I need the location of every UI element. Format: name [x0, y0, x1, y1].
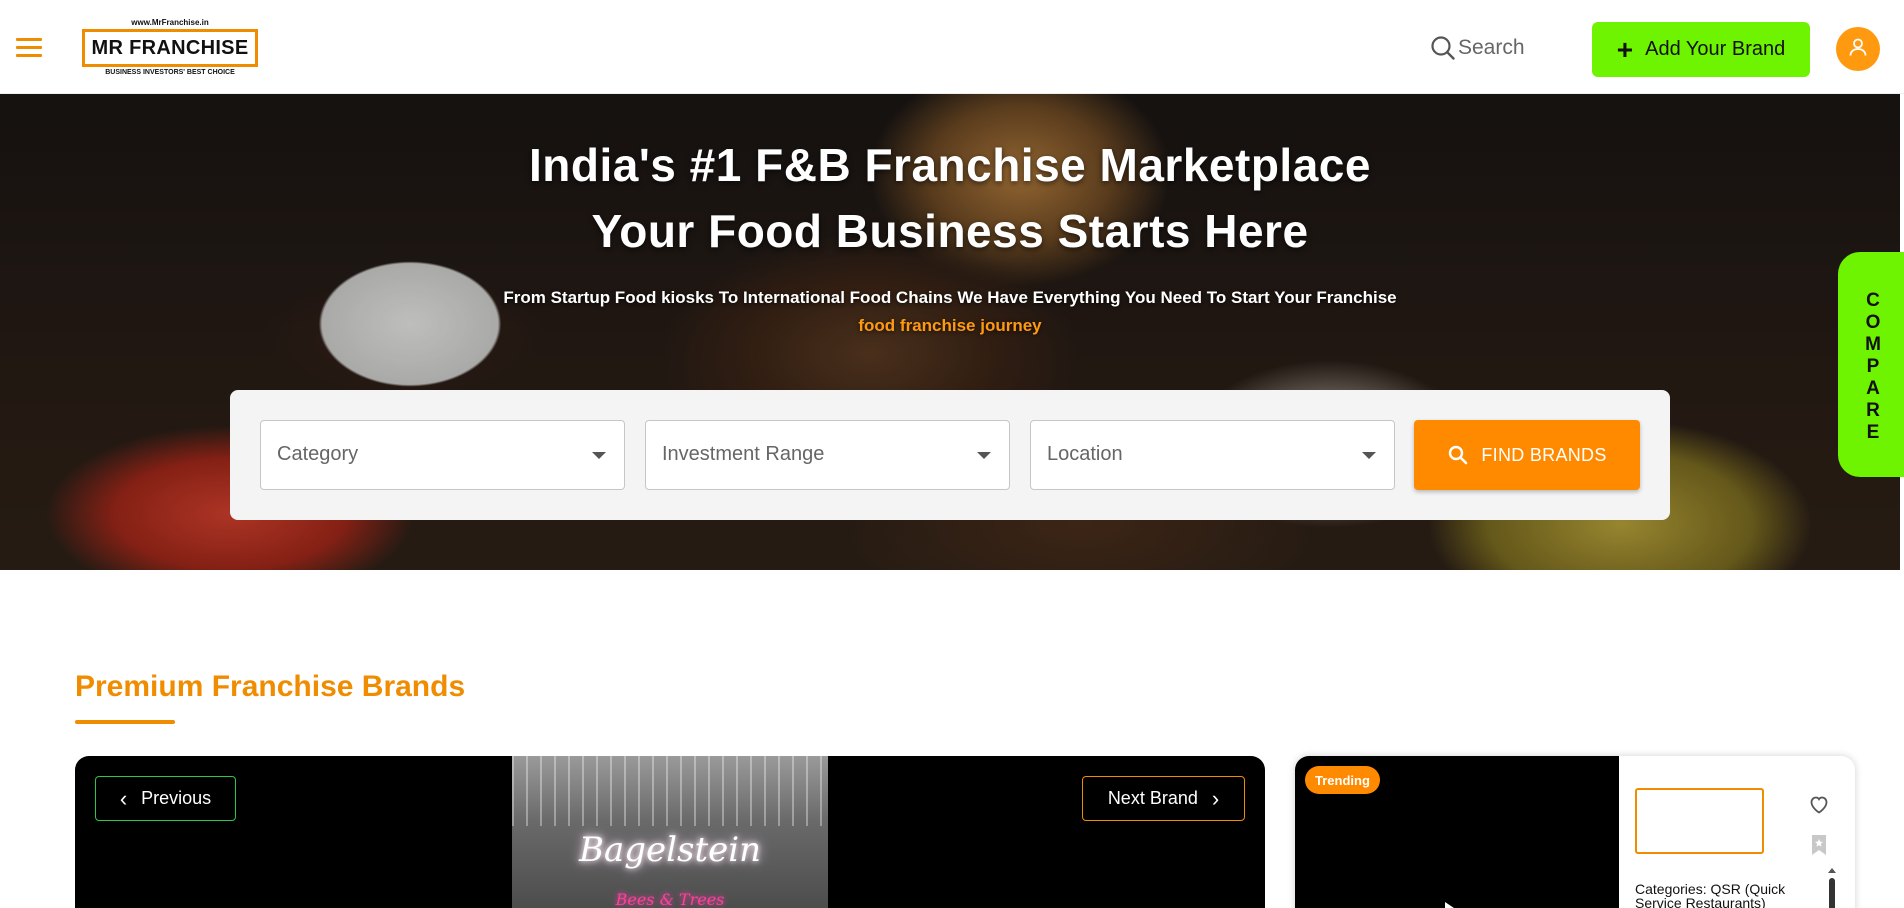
- hero-subtitle: From Startup Food kiosks To Internationa…: [503, 288, 1397, 307]
- logo-box: MR FRANCHISE: [82, 29, 258, 67]
- investment-range-select[interactable]: Investment Range: [645, 420, 1010, 490]
- hero-banner: India's #1 F&B Franchise Marketplace You…: [0, 94, 1900, 570]
- ceiling-lights: [512, 756, 828, 826]
- brand-filter-panel: Category Investment Range Location FIND …: [230, 390, 1670, 520]
- user-icon: [1847, 36, 1869, 63]
- previous-label: Previous: [141, 788, 212, 808]
- caret-down-icon: [977, 452, 991, 459]
- user-account-button[interactable]: [1836, 27, 1880, 71]
- neon-sign-text: Bagelstein: [578, 830, 762, 870]
- scrollbar-thumb[interactable]: [1829, 878, 1835, 908]
- page: www.MrFranchise.in MR FRANCHISE BUSINESS…: [0, 0, 1904, 908]
- previous-brand-button[interactable]: ‹ Previous: [95, 776, 236, 821]
- brand-video-frame[interactable]: Bagelstein Bees & Trees: [512, 756, 828, 908]
- add-your-brand-button[interactable]: + Add Your Brand: [1592, 22, 1810, 77]
- caret-down-icon: [592, 452, 606, 459]
- compare-letter: C: [1866, 290, 1880, 311]
- compare-letter: E: [1866, 422, 1880, 443]
- compare-letter: A: [1866, 378, 1880, 399]
- category-select-label: Category: [277, 443, 359, 465]
- neon-sign-subtext: Bees & Trees: [615, 890, 725, 908]
- hamburger-menu-icon[interactable]: [16, 38, 42, 58]
- trending-badge: Trending: [1305, 766, 1380, 794]
- logo-name: MR FRANCHISE: [91, 36, 249, 59]
- search-trigger[interactable]: Search: [1430, 34, 1525, 62]
- hero-title-line2: Your Food Business Starts Here: [591, 205, 1309, 257]
- caret-down-icon: [1362, 452, 1376, 459]
- trending-badge-label: Trending: [1315, 772, 1370, 788]
- top-header: www.MrFranchise.in MR FRANCHISE BUSINESS…: [0, 0, 1904, 94]
- compare-label: C O M P A R E: [1865, 290, 1881, 444]
- brand-card-video[interactable]: Trending: [1295, 756, 1619, 908]
- heart-icon[interactable]: [1807, 792, 1831, 816]
- category-select[interactable]: Category: [260, 420, 625, 490]
- brand-category-text: Categories: QSR (Quick Service Restauran…: [1635, 881, 1786, 908]
- location-select[interactable]: Location: [1030, 420, 1395, 490]
- section-underline: [75, 720, 175, 724]
- location-select-label: Location: [1047, 443, 1123, 465]
- logo-tagline: BUSINESS INVESTORS' BEST CHOICE: [105, 69, 235, 76]
- chevron-left-icon: ‹: [119, 785, 128, 811]
- brand-logo-placeholder: [1635, 788, 1764, 854]
- bookmark-star-icon[interactable]: [1809, 834, 1829, 856]
- compare-letter: P: [1866, 356, 1880, 377]
- compare-letter: O: [1865, 312, 1881, 333]
- find-brands-button[interactable]: FIND BRANDS: [1414, 420, 1640, 490]
- search-icon: [1430, 35, 1456, 61]
- search-label: Search: [1458, 36, 1525, 59]
- plus-icon: +: [1616, 33, 1634, 65]
- next-brand-button[interactable]: Next Brand ›: [1082, 776, 1245, 821]
- investment-select-label: Investment Range: [662, 443, 825, 465]
- add-brand-label: Add Your Brand: [1645, 38, 1786, 60]
- compare-letter: R: [1866, 400, 1880, 421]
- play-icon[interactable]: [1445, 902, 1457, 908]
- scroll-up-arrow-icon[interactable]: [1828, 868, 1836, 873]
- chevron-right-icon: ›: [1211, 785, 1220, 811]
- compare-tab[interactable]: C O M P A R E: [1838, 252, 1904, 477]
- card-scrollbar[interactable]: [1828, 868, 1836, 908]
- site-logo[interactable]: www.MrFranchise.in MR FRANCHISE BUSINESS…: [80, 18, 260, 76]
- trending-brand-card[interactable]: Trending Categories: QSR (Quick Service …: [1295, 756, 1855, 908]
- find-brands-label: FIND BRANDS: [1481, 444, 1607, 465]
- next-label: Next Brand: [1107, 788, 1198, 808]
- logo-url-text: www.MrFranchise.in: [131, 18, 209, 27]
- hero-title-line1: India's #1 F&B Franchise Marketplace: [529, 139, 1371, 191]
- compare-letter: M: [1865, 334, 1881, 355]
- search-icon: [1449, 445, 1468, 465]
- premium-brand-video-card: Bagelstein Bees & Trees ‹ Previous Next …: [75, 756, 1265, 908]
- premium-section-title: Premium Franchise Brands: [75, 670, 466, 703]
- hero-accent-text: food franchise journey: [858, 316, 1042, 335]
